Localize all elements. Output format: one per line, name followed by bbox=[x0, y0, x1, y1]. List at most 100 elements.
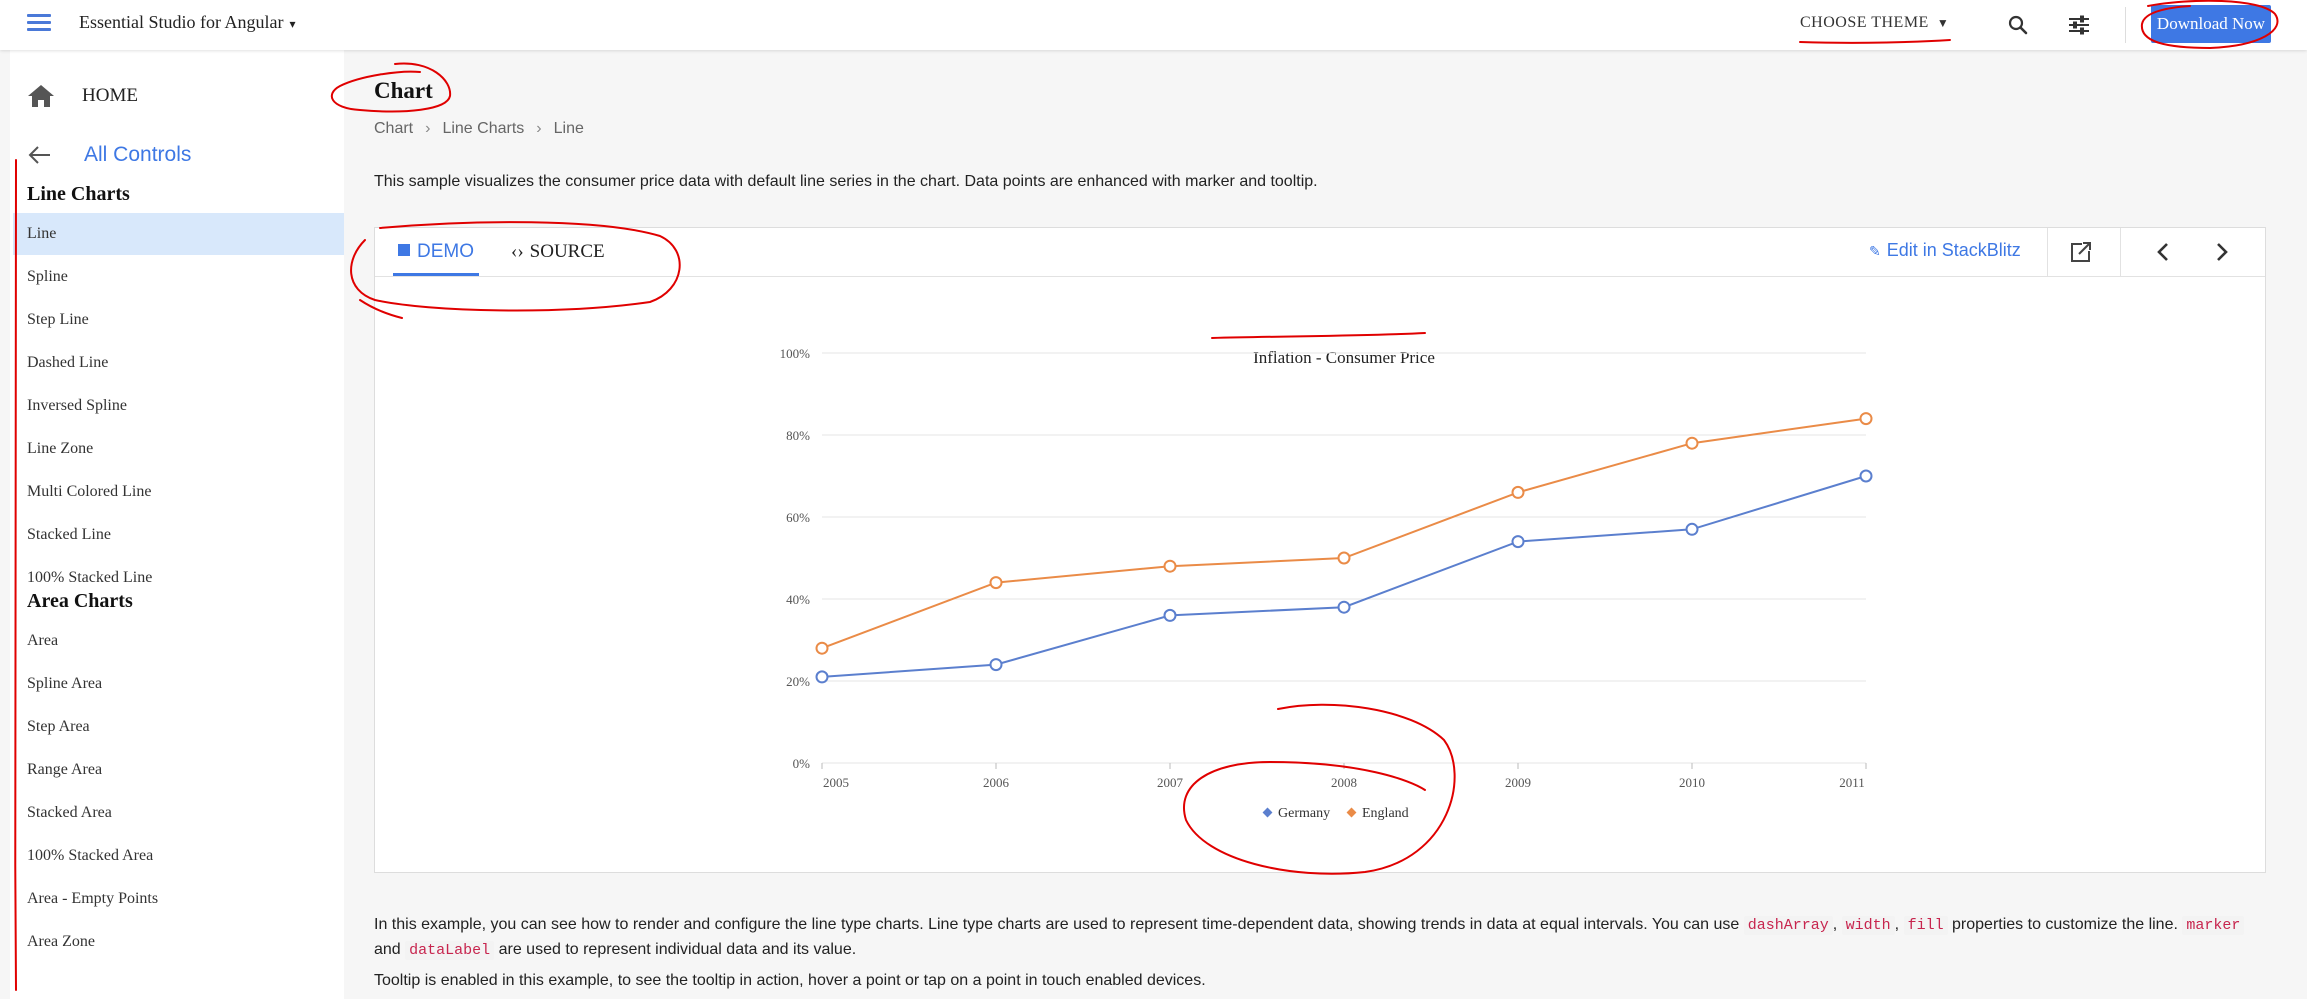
series-line-germany bbox=[821, 475, 1867, 678]
top-bar: Essential Studio for Angular ▾ CHOOSE THE… bbox=[0, 0, 2307, 50]
x-tick-label: 2006 bbox=[983, 775, 1010, 790]
x-tick-label: 2009 bbox=[1505, 775, 1531, 790]
y-tick-label: 0% bbox=[793, 756, 811, 771]
data-point bbox=[815, 641, 829, 655]
y-tick-label: 60% bbox=[786, 510, 810, 525]
edit-in-stackblitz-link[interactable]: ✎ Edit in StackBlitz bbox=[1869, 240, 2021, 261]
breadcrumb: Chart › Line Charts › Line bbox=[374, 120, 584, 138]
x-tick-label: 2005 bbox=[823, 775, 849, 790]
choose-theme-dropdown[interactable]: CHOOSE THEME ▼ bbox=[1800, 14, 1949, 32]
demo-panel: DEMO ‹› SOURCE ✎ Edit in StackBlitz Inflat… bbox=[374, 227, 2266, 873]
sidebar-item-spline[interactable]: Spline bbox=[10, 256, 344, 298]
breadcrumb-item[interactable]: Chart bbox=[374, 120, 413, 137]
code-term: marker bbox=[2182, 916, 2245, 935]
explanation-text: are used to represent individual data an… bbox=[494, 941, 857, 958]
legend-label: England bbox=[1362, 806, 1409, 821]
data-point bbox=[1859, 469, 1873, 483]
x-tick-label: 2007 bbox=[1157, 775, 1184, 790]
x-tick-label: 2008 bbox=[1331, 775, 1357, 790]
code-icon: ‹› bbox=[511, 241, 524, 262]
open-in-new-window-icon[interactable] bbox=[2069, 240, 2093, 264]
home-link[interactable]: HOME bbox=[26, 80, 138, 112]
sidebar-item-stacked-line[interactable]: Stacked Line bbox=[10, 514, 344, 556]
all-controls-label: All Controls bbox=[84, 143, 192, 166]
sidebar-item-dashed-line[interactable]: Dashed Line bbox=[10, 342, 344, 384]
hamburger-menu-icon[interactable] bbox=[27, 14, 51, 34]
breadcrumb-item[interactable]: Line Charts bbox=[442, 120, 524, 137]
explanation-text: In this example, you can see how to rend… bbox=[374, 916, 1744, 933]
data-point bbox=[815, 670, 829, 684]
data-point bbox=[989, 576, 1003, 590]
sidebar-item-inversed-spline[interactable]: Inversed Spline bbox=[10, 385, 344, 427]
sidebar-item-spline-area[interactable]: Spline Area bbox=[10, 663, 344, 705]
sidebar-item-step-area[interactable]: Step Area bbox=[10, 706, 344, 748]
chevron-down-icon: ▼ bbox=[1936, 16, 1950, 30]
pencil-icon: ✎ bbox=[1869, 243, 1881, 259]
sidebar-item-area-empty-points[interactable]: Area - Empty Points bbox=[10, 878, 344, 920]
chevron-down-icon: ▾ bbox=[289, 17, 296, 31]
sidebar-item-area-zone[interactable]: Area Zone bbox=[10, 921, 344, 963]
all-controls-link[interactable]: All Controls bbox=[26, 143, 191, 167]
data-point bbox=[1163, 559, 1177, 573]
sidebar-item-step-line[interactable]: Step Line bbox=[10, 299, 344, 341]
header-divider bbox=[2120, 228, 2121, 276]
search-icon[interactable] bbox=[2006, 13, 2030, 37]
tab-source[interactable]: ‹› SOURCE bbox=[511, 228, 605, 276]
sidebar-item-100-stacked-area[interactable]: 100% Stacked Area bbox=[10, 835, 344, 877]
y-tick-label: 100% bbox=[780, 346, 811, 361]
sample-description: This sample visualizes the consumer pric… bbox=[374, 173, 1318, 190]
sidebar-section-title: Line Charts bbox=[27, 183, 130, 205]
code-term: width bbox=[1841, 916, 1895, 935]
legend-marker bbox=[1346, 807, 1357, 818]
data-point bbox=[1511, 485, 1525, 499]
breadcrumb-item[interactable]: Line bbox=[554, 120, 584, 137]
download-now-button[interactable]: Download Now bbox=[2151, 5, 2271, 43]
data-point bbox=[1685, 436, 1699, 450]
sidebar-item-stacked-area[interactable]: Stacked Area bbox=[10, 792, 344, 834]
data-point bbox=[1337, 551, 1351, 565]
data-point bbox=[989, 658, 1003, 672]
product-selector[interactable]: Essential Studio for Angular ▾ bbox=[79, 12, 296, 33]
data-point bbox=[1337, 600, 1351, 614]
chevron-right-icon: › bbox=[536, 120, 542, 137]
sidebar-section-title: Area Charts bbox=[27, 590, 133, 612]
example-explanation: In this example, you can see how to rend… bbox=[374, 913, 2266, 963]
line-chart: Inflation - Consumer Price 0% 20% 40% 60% 80%… bbox=[780, 346, 1873, 821]
arrow-left-icon bbox=[28, 146, 50, 164]
chart-icon bbox=[398, 243, 410, 256]
explanation-text: and bbox=[374, 941, 406, 958]
sidebar-item-line-zone[interactable]: Line Zone bbox=[10, 428, 344, 470]
code-term: fill bbox=[1903, 916, 1948, 935]
separator: , bbox=[1832, 916, 1842, 933]
explanation-text: properties to customize the line. bbox=[1947, 916, 2183, 933]
sidebar: HOME All Controls Line Charts Line Spline S… bbox=[10, 50, 344, 999]
choose-theme-label: CHOOSE THEME bbox=[1800, 14, 1929, 31]
edit-label: Edit in StackBlitz bbox=[1886, 240, 2021, 260]
home-label: HOME bbox=[82, 85, 138, 106]
code-term: dataLabel bbox=[405, 941, 495, 960]
panel-header: DEMO ‹› SOURCE ✎ Edit in StackBlitz bbox=[375, 228, 2265, 277]
separator: , bbox=[1894, 916, 1904, 933]
tooltip-note: Tooltip is enabled in this example, to s… bbox=[374, 972, 1206, 989]
x-tick-label: 2010 bbox=[1679, 775, 1705, 790]
tab-demo[interactable]: DEMO bbox=[393, 228, 479, 276]
tab-demo-label: DEMO bbox=[417, 241, 474, 262]
chevron-left-icon[interactable] bbox=[2152, 240, 2176, 264]
sidebar-item-area[interactable]: Area bbox=[10, 620, 344, 662]
header-divider bbox=[2047, 228, 2048, 276]
chevron-right-icon: › bbox=[425, 120, 431, 137]
chart-title: Inflation - Consumer Price bbox=[1253, 348, 1435, 367]
sliders-settings-icon[interactable] bbox=[2066, 13, 2092, 37]
page-title: Chart bbox=[374, 78, 433, 103]
y-tick-label: 40% bbox=[786, 592, 810, 607]
chevron-right-icon[interactable] bbox=[2209, 240, 2233, 264]
tab-source-label: SOURCE bbox=[529, 241, 605, 262]
code-term: dashArray bbox=[1743, 916, 1833, 935]
y-tick-label: 80% bbox=[786, 428, 810, 443]
data-point bbox=[1163, 608, 1177, 622]
data-point bbox=[1511, 535, 1525, 549]
y-tick-label: 20% bbox=[786, 674, 810, 689]
sidebar-item-multi-colored-line[interactable]: Multi Colored Line bbox=[10, 471, 344, 513]
sidebar-item-line[interactable]: Line bbox=[13, 213, 344, 255]
sidebar-item-range-area[interactable]: Range Area bbox=[10, 749, 344, 791]
